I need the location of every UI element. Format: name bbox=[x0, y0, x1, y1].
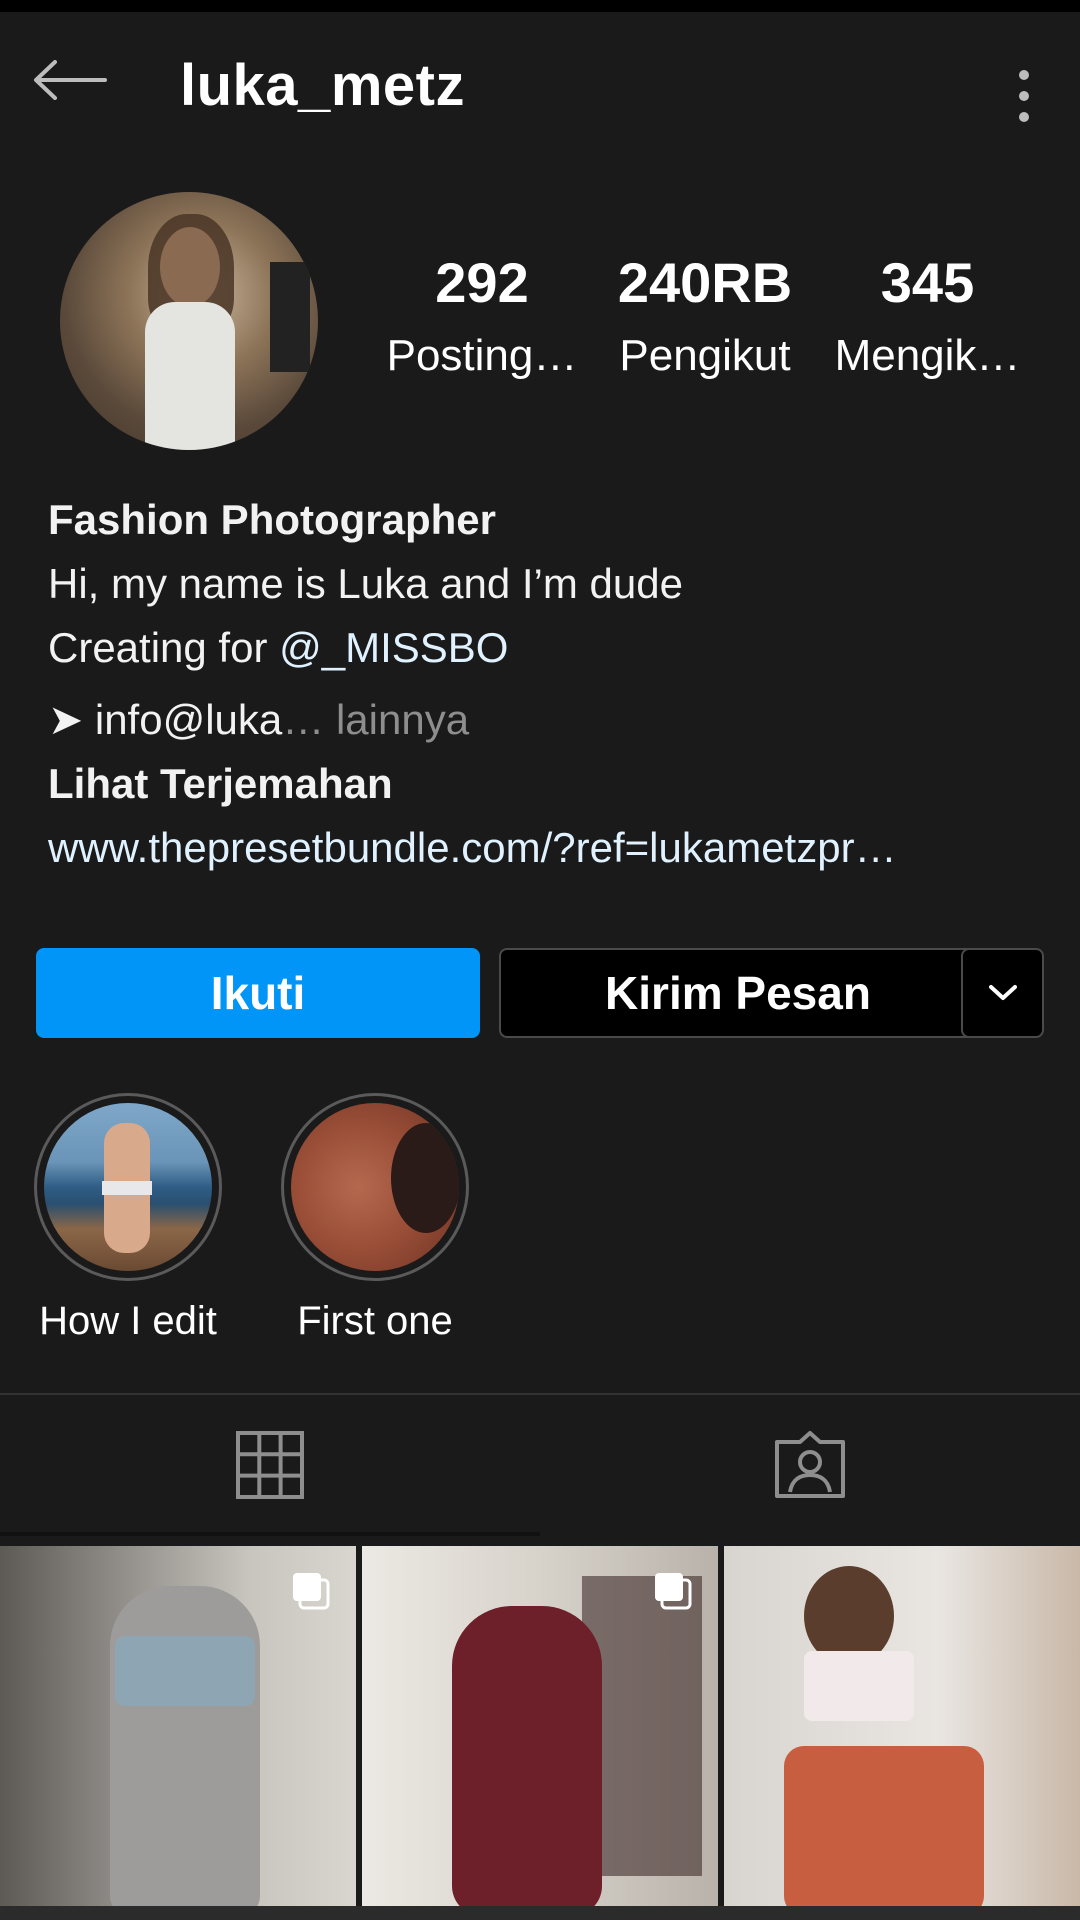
post-figure bbox=[452, 1606, 602, 1906]
suggested-accounts-button[interactable] bbox=[961, 948, 1044, 1038]
next-row-thumbnails bbox=[0, 1906, 1080, 1920]
message-button[interactable]: Kirim Pesan bbox=[499, 948, 977, 1038]
post-figure-top bbox=[804, 1651, 914, 1721]
highlight-thumbnail-detail bbox=[391, 1123, 459, 1233]
posts-grid bbox=[0, 1546, 1080, 1920]
post-thumbnail[interactable] bbox=[724, 1546, 1080, 1906]
bio-line-2-prefix: Creating for bbox=[48, 624, 280, 671]
post-figure bbox=[110, 1586, 260, 1906]
post-thumbnail[interactable] bbox=[0, 1546, 356, 1906]
bio-more-link[interactable]: … lainnya bbox=[282, 696, 469, 743]
stat-followers-value: 240RB bbox=[617, 251, 793, 314]
stat-followers[interactable]: 240RB Pengikut bbox=[605, 255, 805, 381]
grid-icon bbox=[236, 1431, 304, 1499]
avatar[interactable] bbox=[60, 192, 318, 450]
stat-posts-value: 292 bbox=[435, 251, 529, 314]
post-figure-pants bbox=[784, 1746, 984, 1906]
arrow-right-icon: ➤ bbox=[48, 696, 84, 743]
back-button[interactable] bbox=[30, 50, 110, 110]
bio-line-3-text: info@luka bbox=[83, 696, 283, 743]
highlight-first-one[interactable]: First one bbox=[275, 1093, 475, 1344]
highlight-thumbnail bbox=[291, 1103, 459, 1271]
arrow-left-icon bbox=[34, 60, 107, 100]
website-link[interactable]: www.thepresetbundle.com/?ref=lukametzpr… bbox=[48, 816, 1038, 880]
profile-username: luka_metz bbox=[180, 53, 465, 118]
stat-following-label: Mengik… bbox=[834, 331, 1021, 380]
story-highlights: How I edit First one bbox=[0, 1093, 1080, 1353]
follow-button[interactable]: Ikuti bbox=[36, 948, 480, 1038]
post-figure-top bbox=[115, 1636, 255, 1706]
bio-line-3: ➤ info@luka… lainnya bbox=[48, 688, 1038, 752]
bio-mention-link[interactable]: @_MISSBO bbox=[279, 624, 508, 671]
highlight-label: How I edit bbox=[39, 1299, 217, 1343]
avatar-shirt bbox=[145, 302, 235, 450]
avatar-background-door bbox=[270, 262, 310, 372]
highlight-how-i-edit[interactable]: How I edit bbox=[28, 1093, 228, 1344]
stat-following-value: 345 bbox=[880, 251, 975, 314]
more-vertical-icon-dot bbox=[1019, 112, 1029, 122]
bio-name: Fashion Photographer bbox=[48, 496, 497, 543]
highlight-label: First one bbox=[297, 1299, 453, 1343]
active-tab-indicator bbox=[0, 1532, 540, 1536]
more-options-button[interactable] bbox=[1000, 60, 1048, 132]
more-vertical-icon bbox=[1019, 70, 1029, 80]
tab-posts-grid[interactable] bbox=[0, 1395, 540, 1535]
stat-posts[interactable]: 292 Posting… bbox=[372, 255, 592, 381]
see-translation-link[interactable]: Lihat Terjemahan bbox=[48, 752, 1038, 816]
bio-line-2: Creating for @_MISSBO bbox=[48, 616, 1038, 680]
stat-followers-label: Pengikut bbox=[619, 331, 791, 380]
profile-tabs bbox=[0, 1395, 1080, 1535]
bio-line-1: Hi, my name is Luka and I’m dude bbox=[48, 560, 683, 607]
stat-posts-label: Posting… bbox=[386, 331, 578, 380]
carousel-icon bbox=[655, 1573, 692, 1610]
post-thumbnail[interactable] bbox=[362, 1546, 718, 1906]
tagged-user-icon bbox=[775, 1431, 845, 1498]
chevron-down-icon bbox=[988, 985, 1017, 1000]
highlight-thumbnail bbox=[44, 1103, 212, 1271]
carousel-icon bbox=[293, 1573, 330, 1610]
top-app-bar: luka_metz bbox=[0, 12, 1080, 162]
more-vertical-icon-dot bbox=[1019, 91, 1029, 101]
stat-following[interactable]: 345 Mengik… bbox=[825, 255, 1030, 381]
highlight-ring bbox=[34, 1093, 222, 1281]
avatar-head bbox=[160, 227, 220, 307]
highlight-ring bbox=[281, 1093, 469, 1281]
status-bar bbox=[0, 0, 1080, 12]
profile-actions: Ikuti Kirim Pesan bbox=[36, 948, 1044, 1038]
highlight-figure-detail bbox=[102, 1181, 152, 1195]
tab-tagged[interactable] bbox=[540, 1395, 1080, 1535]
profile-bio: Fashion Photographer Hi, my name is Luka… bbox=[48, 488, 1038, 880]
